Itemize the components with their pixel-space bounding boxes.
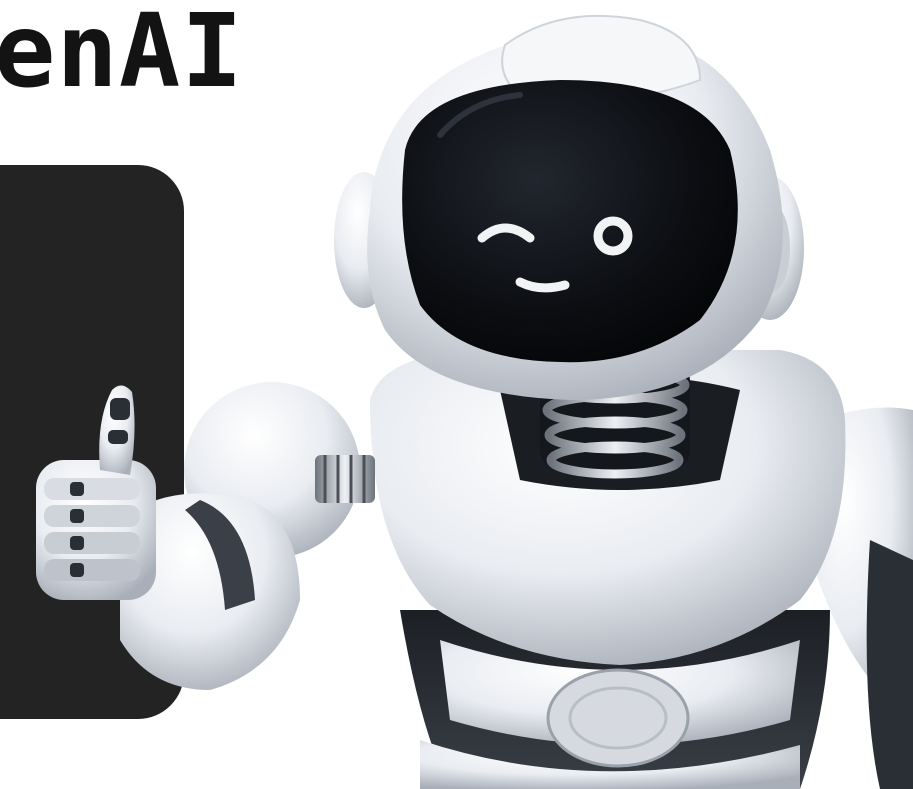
robot-illustration <box>36 14 913 789</box>
robot-head-shape <box>334 14 804 401</box>
left-arm-shape <box>36 382 375 690</box>
